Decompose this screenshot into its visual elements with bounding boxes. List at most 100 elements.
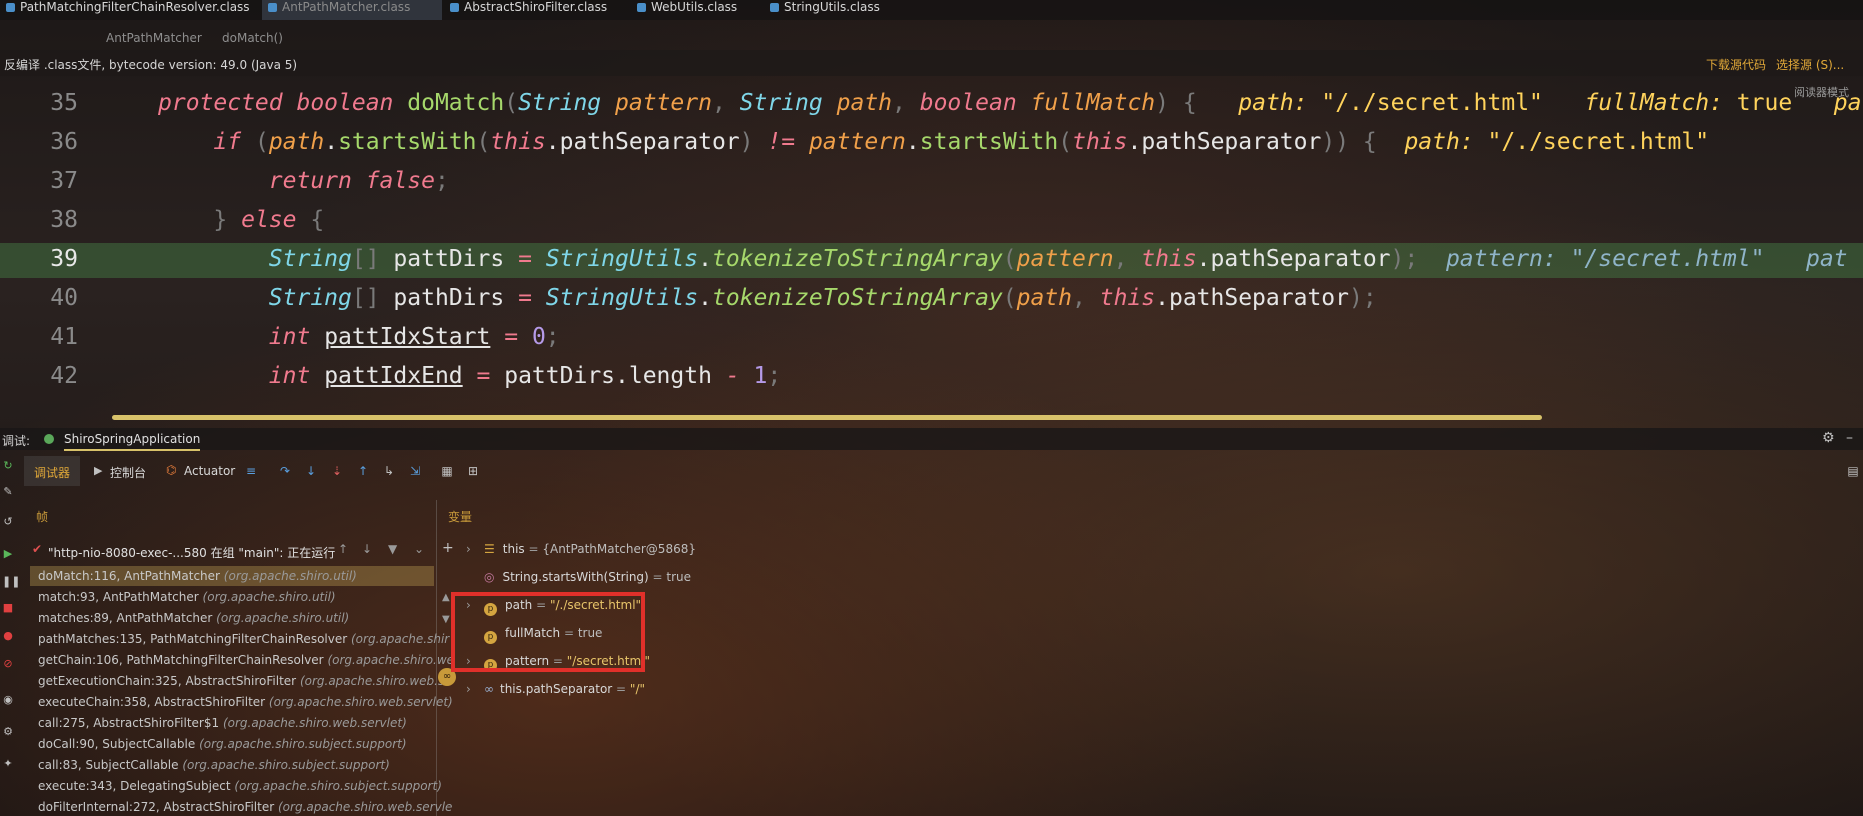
frame-row[interactable]: call:275, AbstractShiroFilter$1 (org.apa… [38, 716, 407, 730]
chevron-right-icon[interactable]: › [466, 542, 476, 556]
filter-icon[interactable]: ▼ [388, 542, 397, 556]
run-to-cursor-icon[interactable]: ↳ [382, 464, 396, 478]
mute-breakpoints-icon[interactable]: ⊘ [2, 658, 14, 670]
resume-icon[interactable]: ▶ [2, 548, 14, 560]
scroll-down-icon[interactable]: ▼ [442, 614, 450, 625]
breadcrumb-class[interactable]: AntPathMatcher [106, 31, 202, 45]
frame-row[interactable]: call:83, SubjectCallable (org.apache.shi… [38, 758, 390, 772]
step-out-icon[interactable]: ↑ [356, 464, 370, 478]
up-arrow-icon[interactable]: ↑ [338, 542, 348, 556]
rerun-icon[interactable]: ↻ [2, 460, 14, 472]
frame-method: doCall:90, SubjectCallable [38, 737, 196, 751]
frame-row[interactable]: executeChain:358, AbstractShiroFilter (o… [38, 695, 453, 709]
code-line-41[interactable]: int pattIdxStart = 0; [158, 324, 560, 350]
var-value: {AntPathMatcher@5868} [542, 542, 696, 556]
frame-package: (org.apache.shiro.util) [202, 590, 336, 604]
breadcrumb-method[interactable]: doMatch() [222, 31, 283, 45]
scroll-up-icon[interactable]: ▲ [442, 592, 450, 603]
horizontal-scrollbar[interactable] [112, 415, 1542, 420]
debug-title-bar: 调试: ShiroSpringApplication ⚙ – [0, 428, 1863, 451]
tab-stringutils[interactable]: StringUtils.class [764, 0, 914, 20]
watch-icon: ∞ [484, 682, 494, 696]
frame-package: (org.apache.shiro.web.servle [278, 800, 453, 814]
panel-divider[interactable] [436, 500, 437, 816]
tab-console[interactable]: 控制台 [110, 464, 146, 481]
chevron-right-icon[interactable]: › [466, 682, 476, 696]
restore-icon[interactable]: ↺ [2, 516, 14, 528]
line-number: 37 [50, 168, 78, 194]
variable-pathseparator[interactable]: › ∞ this.pathSeparator = "/" [466, 682, 645, 696]
frame-row[interactable]: pathMatches:135, PathMatchingFilterChain… [38, 632, 449, 646]
step-over-icon[interactable]: ↷ [278, 464, 292, 478]
field-list-icon: ☰ [484, 542, 495, 556]
add-watch-icon[interactable]: + [442, 540, 454, 556]
frame-package: (org.apache.shiro.web.servlet) [222, 716, 407, 730]
menu-icon[interactable]: ≡ [244, 464, 258, 478]
layout-icon[interactable]: ▤ [1846, 464, 1860, 478]
gear-icon[interactable]: ⚙ [1822, 430, 1835, 446]
class-file-icon [770, 3, 779, 12]
debug-label: 调试: [2, 434, 31, 448]
minimize-icon[interactable]: – [1846, 430, 1853, 446]
var-value: true [666, 570, 692, 584]
download-sources-link[interactable]: 下载源代码 [1706, 56, 1766, 73]
line-number: 42 [50, 363, 78, 389]
line-number: 36 [50, 129, 78, 155]
tab-debugger[interactable]: 调试器 [34, 464, 70, 481]
choose-sources-link[interactable]: 选择源 (S)... [1776, 56, 1844, 73]
code-line-39[interactable]: String[] pattDirs = StringUtils.tokenize… [158, 246, 1848, 272]
code-line-36[interactable]: if (path.startsWith(this.pathSeparator) … [158, 129, 1709, 155]
frame-row[interactable]: match:93, AntPathMatcher (org.apache.shi… [38, 590, 336, 604]
chevron-down-icon[interactable]: ⌄ [414, 542, 424, 556]
frame-row[interactable]: doFilterInternal:272, AbstractShiroFilte… [38, 800, 452, 814]
frame-row[interactable]: doCall:90, SubjectCallable (org.apache.s… [38, 737, 407, 751]
class-file-icon [268, 3, 277, 12]
annotation-highlight-box [451, 592, 645, 672]
method-return-icon: ◎ [484, 570, 495, 584]
evaluate-icon[interactable]: ⇲ [408, 464, 422, 478]
down-arrow-icon[interactable]: ↓ [362, 542, 372, 556]
tab-abstractshirofilter[interactable]: AbstractShiroFilter.class [444, 0, 644, 20]
force-step-into-icon[interactable]: ⇣ [330, 464, 344, 478]
settings-icon[interactable]: ⚙ [2, 726, 14, 738]
check-icon: ✔ [32, 542, 43, 556]
spring-app-icon [44, 434, 54, 444]
debug-session-tab[interactable]: ShiroSpringApplication [64, 432, 201, 451]
tab-label: StringUtils.class [784, 0, 880, 14]
decompiled-info-text: 反编译 .class文件, bytecode version: 49.0 (Ja… [4, 58, 298, 72]
code-line-35[interactable]: protected boolean doMatch(String pattern… [158, 90, 1861, 116]
tab-webutils[interactable]: WebUtils.class [631, 0, 761, 20]
frame-method: call:275, AbstractShiroFilter$1 [38, 716, 220, 730]
frame-method: call:83, SubjectCallable [38, 758, 179, 772]
wrench-icon[interactable]: ✎ [2, 486, 14, 498]
code-line-37[interactable]: return false; [158, 168, 449, 194]
stop-icon[interactable]: ■ [2, 602, 14, 614]
tab-label: AntPathMatcher.class [282, 0, 411, 14]
tab-antpathmatcher[interactable]: AntPathMatcher.class [262, 0, 442, 20]
frame-method: executeChain:358, AbstractShiroFilter [38, 695, 266, 709]
code-line-42[interactable]: int pattIdxEnd = pattDirs.length - 1; [158, 363, 781, 389]
variable-this[interactable]: › ☰ this = {AntPathMatcher@5868} [466, 542, 696, 556]
thread-label: "http-nio-8080-exec-...580 在组 "main": 正在… [48, 546, 336, 560]
frame-row[interactable]: matches:89, AntPathMatcher (org.apache.s… [38, 611, 349, 625]
step-into-icon[interactable]: ↓ [304, 464, 318, 478]
restore-layout-icon[interactable]: ⊞ [466, 464, 480, 478]
tab-actuator[interactable]: Actuator [184, 464, 235, 478]
variable-startswith[interactable]: ◎ String.startsWith(String) = true [484, 570, 691, 584]
var-name: String.startsWith(String) [502, 570, 649, 584]
thread-selector[interactable]: ✔ "http-nio-8080-exec-...580 在组 "main": … [30, 540, 430, 562]
table-icon[interactable]: ▦ [440, 464, 454, 478]
code-line-38[interactable]: } else { [158, 207, 324, 233]
frame-row[interactable]: getExecutionChain:325, AbstractShiroFilt… [38, 674, 452, 688]
pause-icon[interactable]: ❚❚ [2, 576, 20, 588]
pin-icon[interactable]: ✦ [2, 758, 14, 770]
frame-row[interactable]: execute:343, DelegatingSubject (org.apac… [38, 779, 442, 793]
frame-row[interactable]: doMatch:116, AntPathMatcher (org.apache.… [38, 569, 357, 583]
breakpoints-icon[interactable]: ● [2, 630, 14, 642]
camera-icon[interactable]: ◉ [2, 694, 14, 706]
tab-pathmatchingfilterchainresolver[interactable]: PathMatchingFilterChainResolver.class [0, 0, 270, 20]
code-line-40[interactable]: String[] pathDirs = StringUtils.tokenize… [158, 285, 1377, 311]
line-number: 41 [50, 324, 78, 350]
editor-tab-bar: PathMatchingFilterChainResolver.class An… [0, 0, 1863, 20]
frame-row[interactable]: getChain:106, PathMatchingFilterChainRes… [38, 653, 454, 667]
